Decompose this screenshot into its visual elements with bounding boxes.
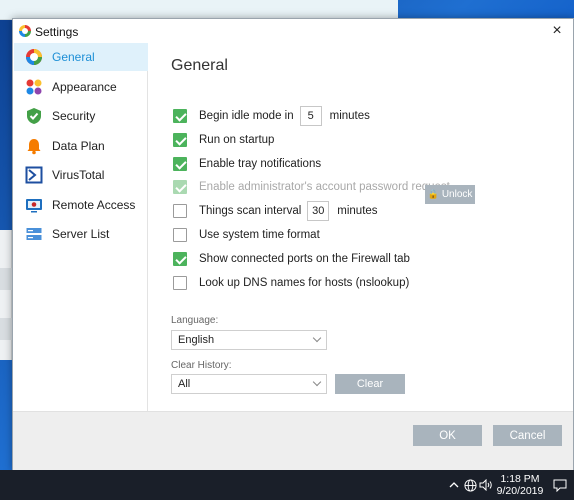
page-title: General — [171, 57, 228, 74]
network-globe-icon[interactable] — [462, 470, 478, 500]
sidebar-item-appearance[interactable]: Appearance — [14, 73, 148, 101]
option-label: Run on startup — [199, 134, 275, 146]
taskbar: 1:18 PM 9/20/2019 — [0, 470, 574, 500]
option-system-time: Use system time format — [173, 226, 320, 244]
notification-icon[interactable] — [550, 470, 570, 500]
sidebar-item-label: General — [52, 50, 95, 64]
firewall-ports-checkbox[interactable] — [173, 252, 187, 266]
option-scan-interval: Things scan interval 30 minutes — [173, 201, 378, 221]
clear-button[interactable]: Clear — [335, 374, 405, 394]
chevron-down-icon — [312, 377, 322, 387]
sidebar-item-label: Data Plan — [52, 139, 105, 153]
option-firewall-ports: Show connected ports on the Firewall tab — [173, 250, 410, 268]
general-panel: General Begin idle mode in 5 minutes Run… — [149, 43, 573, 411]
sidebar-item-server-list[interactable]: Server List — [14, 220, 148, 248]
option-label: Show connected ports on the Firewall tab — [199, 253, 410, 265]
clear-history-value: All — [178, 378, 191, 390]
window-title: Settings — [35, 25, 79, 39]
option-label: Enable tray notifications — [199, 158, 322, 170]
dns-lookup-checkbox[interactable] — [173, 276, 187, 290]
sidebar-item-security[interactable]: Security — [14, 102, 148, 130]
language-value: English — [178, 334, 215, 346]
option-tray-notifications: Enable tray notifications — [173, 155, 321, 173]
scan-interval-input[interactable]: 30 — [307, 201, 330, 221]
option-suffix: minutes — [337, 205, 378, 217]
tray-notifications-checkbox[interactable] — [173, 157, 187, 171]
bell-icon — [25, 137, 43, 155]
system-clock[interactable]: 1:18 PM 9/20/2019 — [493, 473, 547, 497]
option-label: Enable administrator's account password … — [199, 181, 450, 193]
shield-icon — [25, 107, 43, 125]
clear-history-select[interactable]: All — [171, 374, 327, 394]
sidebar-item-label: Server List — [52, 227, 110, 241]
volume-icon[interactable] — [478, 470, 494, 500]
background-band — [0, 318, 12, 340]
chevron-down-icon — [312, 333, 322, 343]
background-window — [0, 0, 398, 20]
language-select[interactable]: English — [171, 330, 327, 350]
sidebar-item-remote-access[interactable]: Remote Access — [14, 191, 148, 219]
option-label: Look up DNS names for hosts (nslookup) — [199, 277, 410, 289]
unlock-button[interactable]: 🔒 Unlock — [425, 185, 475, 204]
sidebar-item-general[interactable]: General — [14, 43, 148, 71]
background-band — [0, 268, 12, 290]
cancel-button[interactable]: Cancel — [493, 425, 562, 446]
sidebar-item-label: Security — [52, 109, 96, 123]
language-label: Language: — [171, 315, 219, 326]
idle-minutes-input[interactable]: 5 — [299, 106, 322, 126]
sidebar-item-label: VirusTotal — [52, 168, 105, 182]
scan-interval-checkbox[interactable] — [173, 204, 187, 218]
option-run-on-startup: Run on startup — [173, 131, 274, 149]
admin-password-checkbox[interactable] — [173, 180, 187, 194]
ok-button[interactable]: OK — [413, 425, 482, 446]
virustotal-icon — [25, 166, 43, 184]
chevron-up-icon[interactable] — [446, 470, 462, 500]
option-label: Use system time format — [199, 229, 320, 241]
option-suffix: minutes — [329, 110, 370, 122]
app-logo-icon — [19, 25, 31, 37]
remote-access-icon — [25, 196, 43, 214]
close-button[interactable]: × — [547, 21, 567, 41]
sidebar-item-label: Remote Access — [52, 198, 136, 212]
dialog-footer: OK Cancel — [13, 411, 573, 470]
option-label: Begin idle mode in — [199, 110, 294, 122]
settings-window: Settings × General Appearance Security D… — [12, 18, 574, 470]
lock-icon: 🔒 — [427, 189, 439, 199]
option-dns-lookup: Look up DNS names for hosts (nslookup) — [173, 274, 409, 292]
system-time-checkbox[interactable] — [173, 228, 187, 242]
option-admin-password: Enable administrator's account password … — [173, 178, 450, 196]
sidebar-item-data-plan[interactable]: Data Plan — [14, 132, 148, 160]
settings-sidebar: General Appearance Security Data Plan Vi… — [14, 43, 148, 411]
title-bar: Settings × — [13, 19, 573, 43]
server-icon — [25, 225, 43, 243]
clock-date: 9/20/2019 — [496, 485, 544, 497]
palette-icon — [25, 78, 43, 96]
option-label: Things scan interval — [199, 205, 302, 217]
option-idle-mode: Begin idle mode in 5 minutes — [173, 106, 370, 126]
general-icon — [25, 48, 43, 66]
run-on-startup-checkbox[interactable] — [173, 133, 187, 147]
background-window-edge — [0, 230, 12, 360]
sidebar-item-virustotal[interactable]: VirusTotal — [14, 161, 148, 189]
unlock-button-label: Unlock — [441, 189, 473, 200]
idle-mode-checkbox[interactable] — [173, 109, 187, 123]
sidebar-item-label: Appearance — [52, 80, 117, 94]
clock-time: 1:18 PM — [500, 473, 540, 485]
clear-history-label: Clear History: — [171, 360, 232, 371]
